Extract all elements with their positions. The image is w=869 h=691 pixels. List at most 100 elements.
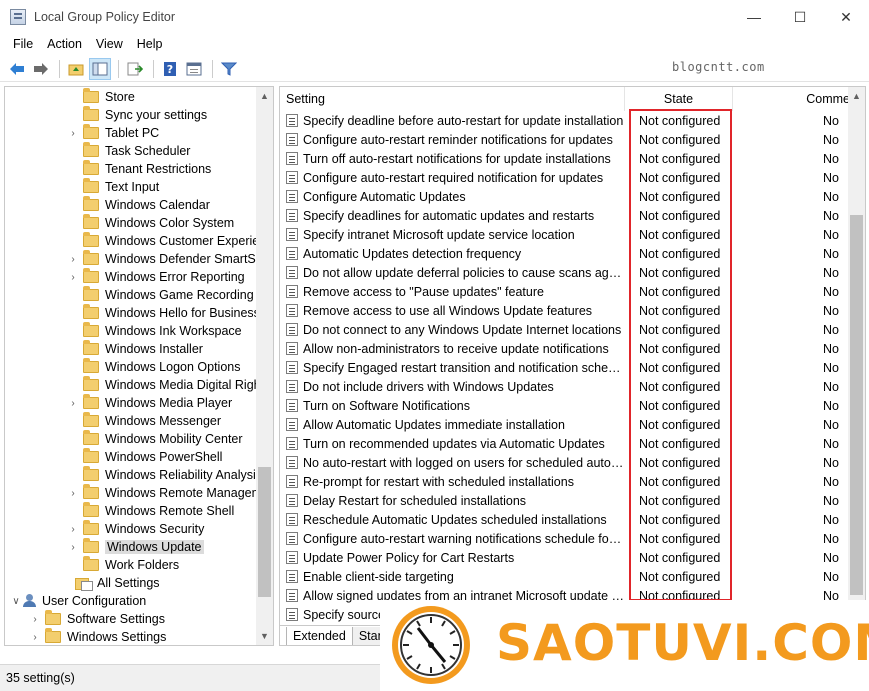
tree-item[interactable]: › Software Settings xyxy=(29,610,165,628)
tree-item[interactable]: Text Input xyxy=(67,178,159,196)
policy-row[interactable]: Do not include drivers with Windows Upda… xyxy=(280,377,850,396)
tree-item[interactable]: ∨ User Configuration xyxy=(10,592,146,610)
policy-setting-icon xyxy=(286,190,298,203)
back-button[interactable] xyxy=(6,58,28,80)
up-level-button[interactable] xyxy=(65,58,87,80)
chevron-right-icon[interactable]: › xyxy=(67,272,79,283)
tree-item[interactable]: › Windows Settings xyxy=(29,628,166,645)
menu-view[interactable]: View xyxy=(89,37,130,51)
scroll-up-arrow-icon[interactable]: ▲ xyxy=(256,87,273,104)
policy-row[interactable]: Turn on Software Notifications Not config… xyxy=(280,396,850,415)
tree-scroll-thumb[interactable] xyxy=(258,467,271,597)
tree-item[interactable]: › Windows Remote Managem xyxy=(67,484,262,502)
list-scroll-thumb[interactable] xyxy=(850,215,863,595)
chevron-right-icon[interactable]: › xyxy=(67,398,79,409)
tree-item[interactable]: Windows Customer Experien xyxy=(67,232,266,250)
policy-row[interactable]: Specify deadlines for automatic updates … xyxy=(280,206,850,225)
console-tree[interactable]: Store Sync your settings › Tablet PC Task Sc… xyxy=(4,86,274,646)
chevron-right-icon[interactable]: › xyxy=(29,632,41,643)
tree-item[interactable]: › Windows Media Player xyxy=(67,394,232,412)
policy-row[interactable]: Specify Engaged restart transition and n… xyxy=(280,358,850,377)
tree-item[interactable]: Windows Hello for Business xyxy=(67,304,260,322)
policy-row[interactable]: Remove access to use all Windows Update … xyxy=(280,301,850,320)
policy-row[interactable]: No auto-restart with logged on users for… xyxy=(280,453,850,472)
tree-item-label: Windows Update xyxy=(105,540,204,554)
tree-item[interactable]: Windows Reliability Analysis xyxy=(67,466,262,484)
chevron-right-icon[interactable]: › xyxy=(67,254,79,265)
chevron-right-icon[interactable]: › xyxy=(67,524,79,535)
tree-item[interactable]: Task Scheduler xyxy=(67,142,190,160)
filter-button[interactable] xyxy=(218,58,240,80)
policy-row[interactable]: Update Power Policy for Cart Restarts Not… xyxy=(280,548,850,567)
list-vertical-scrollbar[interactable]: ▲ ▼ xyxy=(848,87,865,625)
chevron-right-icon[interactable]: › xyxy=(29,614,41,625)
tree-item[interactable]: Windows Installer xyxy=(67,340,203,358)
policy-row[interactable]: Turn on recommended updates via Automati… xyxy=(280,434,850,453)
help-button[interactable]: ? xyxy=(159,58,181,80)
settings-list[interactable]: Setting State Comme Specify deadline bef… xyxy=(279,86,866,646)
chevron-right-icon[interactable]: › xyxy=(67,488,79,499)
policy-row[interactable]: Re-prompt for restart with scheduled ins… xyxy=(280,472,850,491)
tree-item[interactable]: Windows Media Digital Right xyxy=(67,376,264,394)
policy-row[interactable]: Configure auto-restart required notifica… xyxy=(280,168,850,187)
forward-button[interactable] xyxy=(30,58,52,80)
policy-comment: No xyxy=(823,398,839,413)
tree-vertical-scrollbar[interactable]: ▲ ▼ xyxy=(256,87,273,645)
tree-item[interactable]: › Windows Error Reporting xyxy=(67,268,245,286)
policy-row[interactable]: Specify intranet Microsoft update servic… xyxy=(280,225,850,244)
policy-row[interactable]: Configure Automatic Updates Not configure… xyxy=(280,187,850,206)
policy-row[interactable]: Remove access to "Pause updates" feature… xyxy=(280,282,850,301)
tree-item-label: Windows PowerShell xyxy=(105,450,223,464)
tree-item[interactable]: › Windows Security xyxy=(67,520,204,538)
scroll-down-arrow-icon[interactable]: ▼ xyxy=(256,627,273,644)
policy-state: Not configured xyxy=(639,493,721,508)
policy-row[interactable]: Turn off auto-restart notifications for … xyxy=(280,149,850,168)
tree-item[interactable]: › Tablet PC xyxy=(67,124,159,142)
menu-help[interactable]: Help xyxy=(130,37,170,51)
policy-row[interactable]: Configure auto-restart reminder notifica… xyxy=(280,130,850,149)
maximize-button[interactable]: ☐ xyxy=(777,0,823,34)
title-bar: Local Group Policy Editor — ☐ ✕ xyxy=(0,0,869,34)
tree-item[interactable]: › Windows Defender SmartScr xyxy=(67,250,266,268)
close-button[interactable]: ✕ xyxy=(823,0,869,34)
policy-row[interactable]: Automatic Updates detection frequency Not… xyxy=(280,244,850,263)
policy-row[interactable]: Allow non-administrators to receive upda… xyxy=(280,339,850,358)
chevron-right-icon[interactable]: › xyxy=(67,128,79,139)
menu-action[interactable]: Action xyxy=(40,37,89,51)
tree-item[interactable]: Store xyxy=(67,88,135,106)
column-header-comment[interactable]: Comme xyxy=(733,87,850,111)
policy-row[interactable]: Allow Automatic Updates immediate instal… xyxy=(280,415,850,434)
chevron-right-icon[interactable]: › xyxy=(67,542,79,553)
tree-item[interactable]: All Settings xyxy=(63,574,160,592)
tree-item[interactable]: Windows Logon Options xyxy=(67,358,241,376)
show-hide-tree-button[interactable] xyxy=(89,57,111,80)
tree-item[interactable]: Windows Remote Shell xyxy=(67,502,234,520)
scroll-up-arrow-icon[interactable]: ▲ xyxy=(848,87,865,104)
tree-item[interactable]: Windows Messenger xyxy=(67,412,221,430)
chevron-down-icon[interactable]: ∨ xyxy=(10,596,22,607)
column-header-setting[interactable]: Setting xyxy=(280,87,625,111)
tree-item[interactable]: Windows Calendar xyxy=(67,196,210,214)
tree-item[interactable]: Windows Mobility Center xyxy=(67,430,243,448)
tree-item[interactable]: Work Folders xyxy=(67,556,179,574)
policy-row[interactable]: Do not connect to any Windows Update Int… xyxy=(280,320,850,339)
tree-item[interactable]: Windows PowerShell xyxy=(67,448,222,466)
column-header-state[interactable]: State xyxy=(625,87,733,111)
policy-row[interactable]: Enable client-side targeting Not configur… xyxy=(280,567,850,586)
tree-item[interactable]: Sync your settings xyxy=(67,106,207,124)
minimize-button[interactable]: — xyxy=(731,0,777,34)
tree-item[interactable]: Windows Color System xyxy=(67,214,234,232)
tree-item[interactable]: Windows Game Recording ar xyxy=(67,286,268,304)
properties-button[interactable] xyxy=(183,58,205,80)
menu-file[interactable]: File xyxy=(6,37,40,51)
policy-row[interactable]: Configure auto-restart warning notificat… xyxy=(280,529,850,548)
tree-item[interactable]: › Windows Update xyxy=(67,538,204,556)
export-list-button[interactable] xyxy=(124,58,146,80)
policy-row[interactable]: Specify deadline before auto-restart for… xyxy=(280,111,850,130)
tree-item[interactable]: Windows Ink Workspace xyxy=(67,322,242,340)
policy-row[interactable]: Delay Restart for scheduled installation… xyxy=(280,491,850,510)
tree-item[interactable]: Tenant Restrictions xyxy=(67,160,211,178)
policy-row[interactable]: Do not allow update deferral policies to… xyxy=(280,263,850,282)
policy-row[interactable]: Reschedule Automatic Updates scheduled i… xyxy=(280,510,850,529)
tab-extended[interactable]: Extended xyxy=(286,627,353,645)
